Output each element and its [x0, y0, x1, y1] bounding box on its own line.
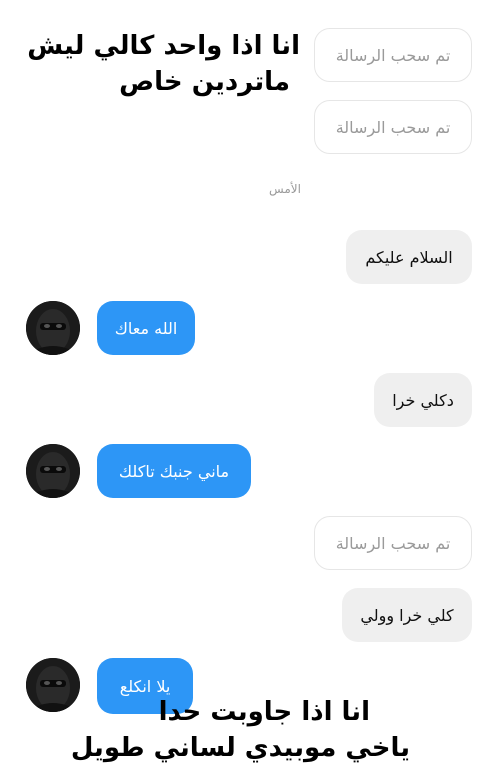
message-text: كلي خرا وولي [360, 605, 454, 625]
overlay-top-line1: انا اذا واحد كالي ليش [27, 31, 300, 61]
avatar-veiled-figure-icon [26, 301, 80, 355]
message-text: تم سحب الرسالة [335, 533, 451, 553]
overlay-bottom-line2: ياخي موبيدي لساني طويل [70, 733, 410, 763]
message-bubble-received[interactable]: كلي خرا وولي [342, 588, 472, 642]
message-text: ماني جنبك تاكلك [118, 461, 230, 481]
avatar-veiled-figure-icon [26, 444, 80, 498]
overlay-top-line2: ماتردين خاص [119, 67, 290, 97]
overlay-bottom-line1: انا اذا جاوبت حدا [158, 697, 370, 727]
overlay-caption-bottom: انا اذا جاوبت حدا ياخي موبيدي لساني طويل [71, 694, 410, 766]
message-text: يلا انكلع [119, 676, 171, 696]
message-bubble-unsent[interactable]: تم سحب الرسالة [314, 28, 472, 82]
message-text: تم سحب الرسالة [335, 45, 451, 65]
message-bubble-received[interactable]: السلام عليكم [346, 230, 472, 284]
message-bubble-sent[interactable]: الله معاك [97, 301, 195, 355]
message-bubble-unsent[interactable]: تم سحب الرسالة [314, 516, 472, 570]
message-text: السلام عليكم [365, 247, 453, 267]
overlay-caption-top: انا اذا واحد كالي ليش ماتردين خاص [27, 28, 300, 100]
message-text: الله معاك [114, 318, 178, 338]
message-bubble-unsent[interactable]: تم سحب الرسالة [314, 100, 472, 154]
message-bubble-sent[interactable]: ماني جنبك تاكلك [97, 444, 251, 498]
avatar[interactable] [26, 301, 80, 355]
message-bubble-received[interactable]: دكلي خرا [374, 373, 472, 427]
day-separator: الأمس [269, 182, 301, 196]
message-text: دكلي خرا [392, 390, 454, 410]
message-text: تم سحب الرسالة [335, 117, 451, 137]
avatar[interactable] [26, 444, 80, 498]
